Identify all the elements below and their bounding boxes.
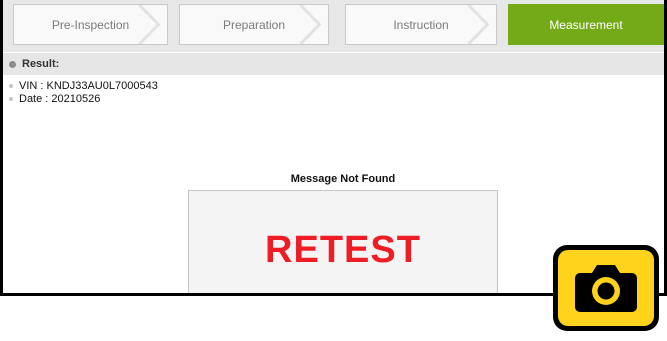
chevron-right-icon bbox=[299, 5, 322, 44]
tab-preparation-label: Preparation bbox=[222, 17, 286, 32]
vin-text: VIN : KNDJ33AU0L7000543 bbox=[19, 79, 158, 92]
message-box: RETEST bbox=[188, 190, 498, 293]
tab-measurement[interactable]: Measurement bbox=[508, 4, 664, 45]
bullet-icon bbox=[9, 96, 13, 101]
camera-button-face bbox=[558, 250, 654, 326]
bullet-icon bbox=[9, 60, 16, 68]
camera-button[interactable] bbox=[553, 245, 659, 331]
list-item: Date : 20210526 bbox=[3, 92, 158, 105]
chevron-right-icon bbox=[138, 5, 161, 44]
bullet-icon bbox=[9, 83, 13, 88]
result-label: Result: bbox=[22, 58, 60, 70]
tab-pre-inspection-label: Pre-Inspection bbox=[51, 17, 130, 32]
chevron-right-icon bbox=[467, 5, 490, 44]
tab-instruction[interactable]: Instruction bbox=[345, 4, 497, 45]
result-header: Result: bbox=[3, 53, 664, 75]
date-text: Date : 20210526 bbox=[19, 92, 101, 105]
step-tabs: Pre-Inspection Preparation Instruction M… bbox=[3, 0, 664, 52]
list-item: VIN : KNDJ33AU0L7000543 bbox=[3, 79, 158, 92]
message-title: Message Not Found bbox=[290, 173, 396, 185]
tab-preparation[interactable]: Preparation bbox=[179, 4, 329, 45]
tab-measurement-label: Measurement bbox=[549, 17, 623, 32]
tab-pre-inspection[interactable]: Pre-Inspection bbox=[13, 4, 168, 45]
result-details: VIN : KNDJ33AU0L7000543 Date : 20210526 bbox=[3, 79, 158, 105]
retest-status: RETEST bbox=[265, 229, 421, 271]
camera-icon bbox=[575, 265, 637, 312]
tab-instruction-label: Instruction bbox=[393, 17, 449, 32]
